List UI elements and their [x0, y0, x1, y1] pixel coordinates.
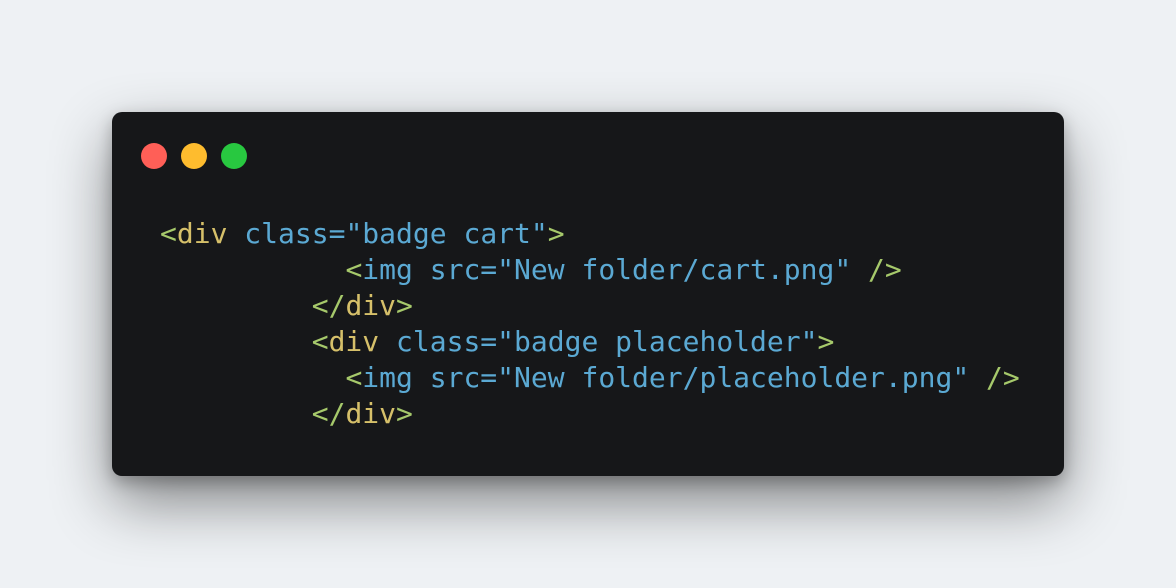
code-token-bracket: > — [396, 397, 413, 430]
code-token-attr: img — [362, 253, 413, 286]
code-token-bracket: /> — [868, 253, 902, 286]
code-token-bracket: < — [345, 361, 363, 394]
code-token-bracket: < — [160, 217, 177, 250]
code-token-tag: div — [176, 217, 228, 250]
code-token-bracket: < — [311, 325, 329, 358]
code-line: <div class="badge placeholder"> — [160, 324, 1020, 360]
code-token-attr: class= — [379, 325, 498, 358]
code-line: <div class="badge cart"> — [160, 216, 1020, 252]
code-token-bracket: /> — [986, 361, 1020, 394]
code-token-attr: img — [362, 361, 413, 394]
code-line: <img src="New folder/placeholder.png" /> — [160, 360, 1020, 396]
window-controls — [141, 143, 247, 169]
close-dot-icon[interactable] — [141, 143, 167, 169]
code-token-bracket: > — [547, 217, 565, 250]
code-token-bracket: > — [396, 289, 413, 322]
code-token-tag: div — [328, 325, 380, 358]
code-block: <div class="badge cart"> <img src="New f… — [160, 216, 1020, 432]
code-token-string: "badge cart" — [345, 217, 548, 250]
code-token-string: "New folder/placeholder.png" — [497, 361, 970, 394]
code-token-tag: div — [345, 397, 397, 430]
code-token-bracket: </ — [311, 397, 346, 430]
code-token-bracket: </ — [311, 289, 346, 322]
code-window: <div class="badge cart"> <img src="New f… — [112, 112, 1064, 476]
maximize-dot-icon[interactable] — [221, 143, 247, 169]
minimize-dot-icon[interactable] — [181, 143, 207, 169]
code-token-string: "New folder/cart.png" — [497, 253, 852, 286]
code-token-attr: src= — [412, 253, 498, 286]
code-token-attr: src= — [412, 361, 498, 394]
code-token-attr: class= — [227, 217, 346, 250]
code-line: </div> — [160, 396, 1020, 432]
code-token-bracket: < — [345, 253, 363, 286]
code-token-string: "badge placeholder" — [497, 325, 818, 358]
code-token-tag: div — [345, 289, 397, 322]
code-line: </div> — [160, 288, 1020, 324]
code-token-bracket: > — [817, 325, 835, 358]
code-line: <img src="New folder/cart.png" /> — [160, 252, 1020, 288]
